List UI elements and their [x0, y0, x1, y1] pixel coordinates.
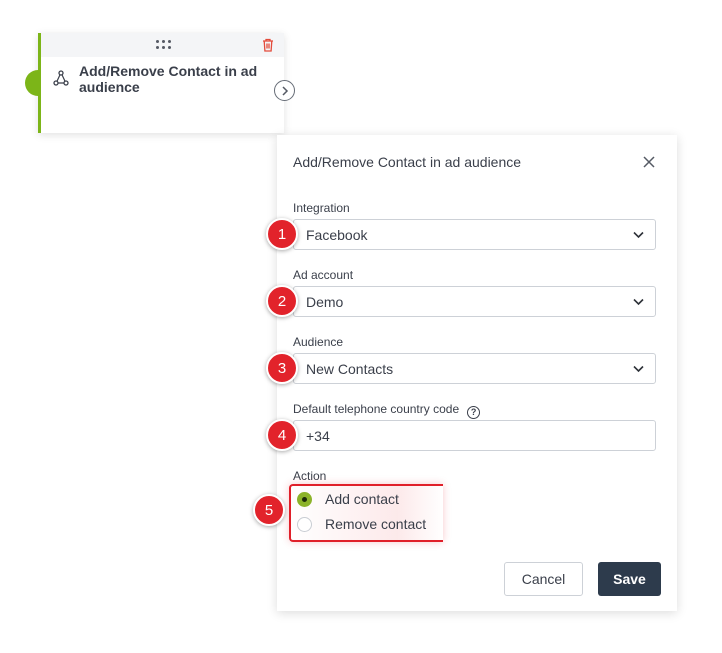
- network-icon: [53, 70, 69, 86]
- ad-account-value: Demo: [306, 293, 344, 310]
- radio-unchecked-icon[interactable]: [297, 516, 312, 532]
- node-title: Add/Remove Contact in ad audience: [79, 63, 258, 95]
- drag-handle-icon[interactable]: [156, 40, 172, 50]
- radio-remove-contact[interactable]: Remove contact: [297, 516, 426, 532]
- marker-3: 3: [266, 352, 298, 384]
- integration-value: Facebook: [306, 226, 368, 243]
- close-icon[interactable]: [643, 156, 655, 168]
- node-expand-button[interactable]: [274, 80, 295, 101]
- marker-5: 5: [253, 494, 285, 526]
- help-icon[interactable]: ?: [467, 405, 481, 419]
- chevron-down-icon: [633, 231, 644, 239]
- integration-select[interactable]: Facebook: [293, 219, 656, 250]
- integration-label: Integration: [293, 201, 350, 215]
- trash-icon[interactable]: [262, 38, 274, 52]
- marker-2: 2: [266, 285, 298, 317]
- radio-add-contact[interactable]: Add contact: [297, 491, 399, 507]
- marker-1: 1: [266, 218, 298, 250]
- phone-code-input[interactable]: +34: [293, 420, 656, 451]
- node-input-connector[interactable]: [25, 70, 38, 96]
- chevron-right-icon: [281, 85, 288, 96]
- audience-select[interactable]: New Contacts: [293, 353, 656, 384]
- node-topbar: [41, 33, 284, 57]
- marker-4: 4: [266, 419, 298, 451]
- radio-label: Add contact: [325, 491, 399, 507]
- phone-code-label-text: Default telephone country code: [293, 402, 460, 416]
- action-label: Action: [293, 469, 327, 483]
- radio-checked-icon[interactable]: [297, 491, 312, 507]
- ad-account-select[interactable]: Demo: [293, 286, 656, 317]
- audience-value: New Contacts: [306, 360, 394, 377]
- cancel-button[interactable]: Cancel: [504, 562, 583, 596]
- chevron-down-icon: [633, 298, 644, 306]
- audience-label: Audience: [293, 335, 344, 349]
- settings-panel: Add/Remove Contact in ad audience Integr…: [277, 135, 677, 611]
- chevron-down-icon: [633, 365, 644, 373]
- phone-code-value: +34: [306, 427, 330, 444]
- ad-account-label: Ad account: [293, 268, 354, 282]
- radio-label: Remove contact: [325, 516, 427, 532]
- workflow-node-card[interactable]: Add/Remove Contact in ad audience: [25, 33, 284, 133]
- panel-title: Add/Remove Contact in ad audience: [293, 154, 522, 170]
- phone-code-label: Default telephone country code?: [293, 402, 481, 419]
- save-button[interactable]: Save: [598, 562, 661, 596]
